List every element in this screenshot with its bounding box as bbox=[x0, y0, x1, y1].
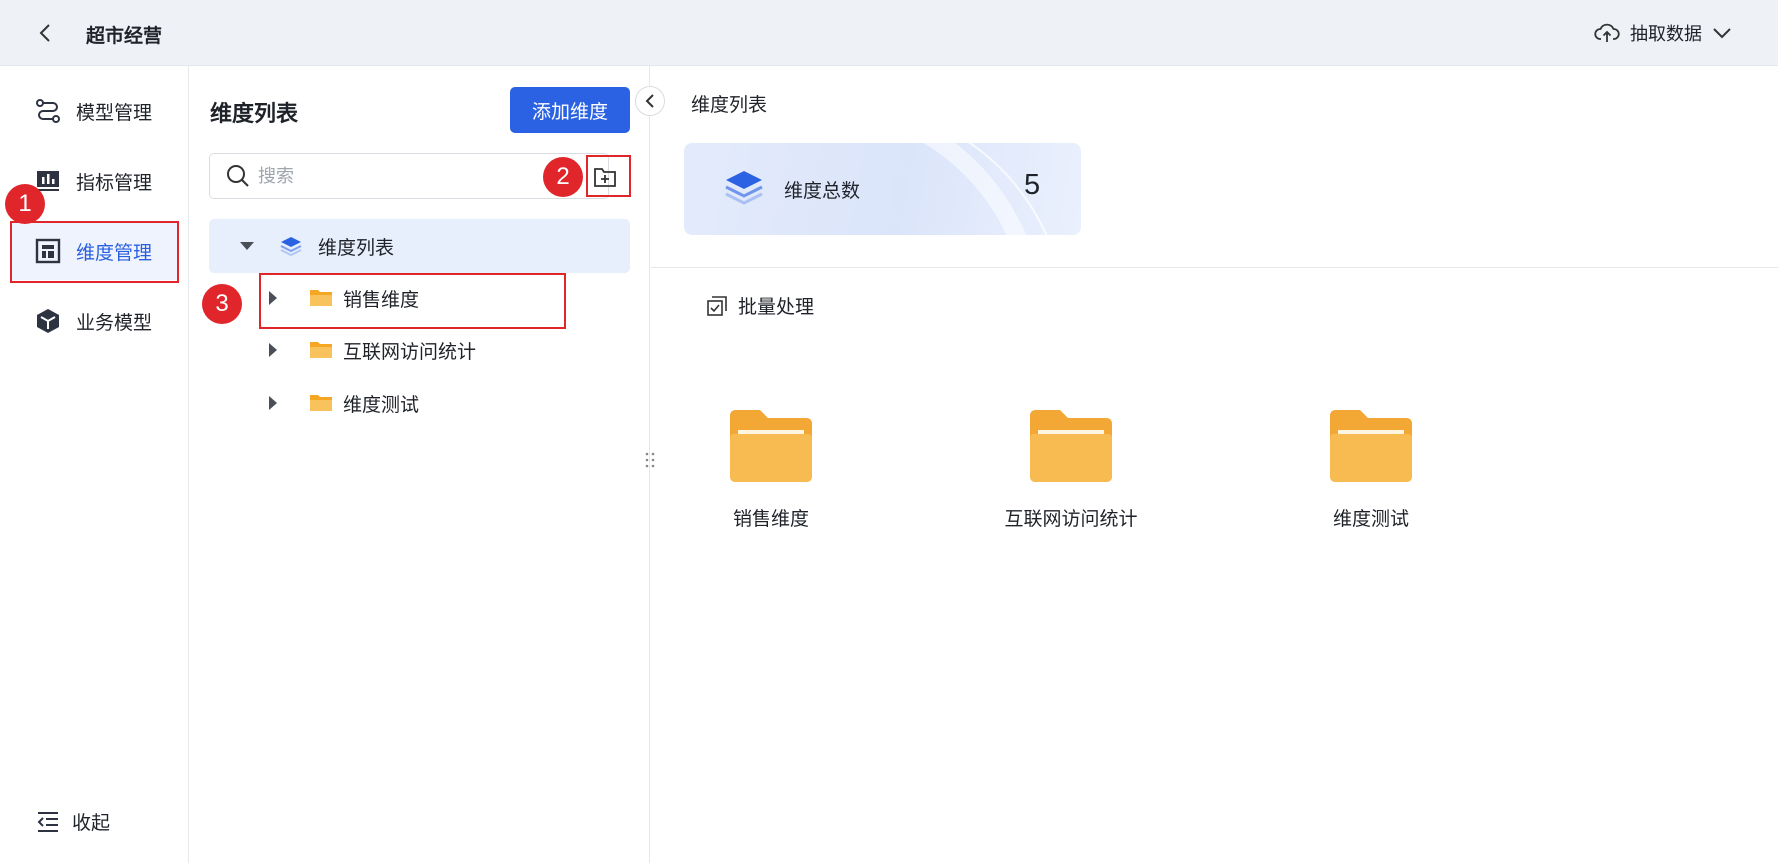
folder-tile-sales[interactable]: 销售维度 bbox=[681, 406, 861, 556]
caret-right-icon bbox=[269, 396, 277, 410]
card-decoration bbox=[924, 143, 1048, 235]
folder-icon bbox=[309, 288, 333, 308]
tree-item-label: 维度测试 bbox=[343, 393, 420, 416]
tree-item-internet[interactable]: 互联网访问统计 bbox=[209, 324, 630, 376]
app-title: 超市经营 bbox=[86, 25, 163, 47]
folder-name: 维度测试 bbox=[1332, 508, 1409, 530]
annotation-badge-2: 2 bbox=[543, 157, 583, 197]
breadcrumb: 维度列表 bbox=[691, 94, 768, 116]
cube-icon bbox=[34, 307, 62, 335]
tree-root-node[interactable]: 维度列表 bbox=[209, 219, 630, 273]
nav-item-model[interactable]: 模型管理 bbox=[12, 82, 178, 140]
tree-item-label: 销售维度 bbox=[343, 288, 420, 311]
nav-label: 业务模型 bbox=[76, 311, 153, 334]
nav-item-dimension[interactable]: 维度管理 bbox=[12, 222, 178, 280]
extract-data-dropdown[interactable]: 抽取数据 bbox=[1594, 20, 1732, 46]
collapse-menu-icon bbox=[37, 811, 58, 832]
chevron-left-icon bbox=[645, 94, 654, 108]
annotation-badge-3: 3 bbox=[202, 284, 242, 324]
batch-process-button[interactable]: 批量处理 bbox=[706, 292, 814, 319]
folder-icon bbox=[1030, 410, 1112, 482]
nav-label: 指标管理 bbox=[76, 171, 153, 194]
back-button[interactable] bbox=[30, 18, 60, 48]
batch-label: 批量处理 bbox=[738, 296, 815, 318]
chevron-down-icon bbox=[1713, 28, 1731, 39]
stat-label: 维度总数 bbox=[784, 180, 861, 202]
new-folder-button[interactable] bbox=[590, 162, 620, 192]
folder-icon bbox=[309, 340, 333, 360]
tree-item-label: 互联网访问统计 bbox=[343, 340, 477, 363]
stat-value: 5 bbox=[1024, 169, 1041, 201]
tree-item-test[interactable]: 维度测试 bbox=[209, 377, 630, 429]
search-icon bbox=[227, 165, 249, 187]
chevron-left-icon bbox=[39, 24, 50, 42]
folder-tile-internet[interactable]: 互联网访问统计 bbox=[981, 406, 1161, 556]
caret-down-icon bbox=[240, 242, 254, 250]
panel-title: 维度列表 bbox=[210, 102, 299, 127]
add-dimension-button[interactable]: 添加维度 bbox=[510, 87, 630, 133]
divider bbox=[651, 267, 1778, 268]
caret-right-icon bbox=[269, 343, 277, 357]
dimension-total-card: 维度总数 5 bbox=[684, 143, 1081, 235]
cloud-upload-icon bbox=[1594, 23, 1620, 42]
folder-icon bbox=[309, 393, 333, 413]
folder-tile-test[interactable]: 维度测试 bbox=[1281, 406, 1461, 556]
collapse-nav-button[interactable]: 收起 bbox=[36, 808, 110, 835]
dimension-icon bbox=[34, 237, 62, 265]
folder-name: 互联网访问统计 bbox=[1004, 508, 1138, 530]
folder-icon bbox=[1330, 410, 1412, 482]
collapse-label: 收起 bbox=[72, 812, 111, 834]
extract-data-label: 抽取数据 bbox=[1630, 24, 1702, 45]
collapse-panel-button[interactable] bbox=[635, 86, 665, 116]
folder-name: 销售维度 bbox=[732, 508, 809, 530]
batch-check-icon bbox=[707, 295, 727, 316]
nav-label: 模型管理 bbox=[76, 101, 153, 124]
model-icon bbox=[34, 97, 62, 125]
tree-root-label: 维度列表 bbox=[318, 236, 395, 259]
folder-plus-icon bbox=[594, 168, 616, 187]
content-panel: 维度列表 维度总数 5 批量处理 销售维度 互联网访问统计 维度测试 bbox=[651, 66, 1778, 863]
top-header: 超市经营 抽取数据 bbox=[0, 0, 1778, 66]
nav-label: 维度管理 bbox=[76, 241, 153, 264]
layers-icon bbox=[724, 169, 764, 211]
layers-icon bbox=[280, 235, 302, 257]
nav-item-business-model[interactable]: 业务模型 bbox=[12, 292, 178, 350]
tree-item-sales[interactable]: 销售维度 bbox=[209, 272, 630, 324]
folder-icon bbox=[730, 410, 812, 482]
annotation-badge-1: 1 bbox=[5, 184, 45, 224]
search-input[interactable] bbox=[258, 165, 538, 187]
caret-right-icon bbox=[269, 291, 277, 305]
